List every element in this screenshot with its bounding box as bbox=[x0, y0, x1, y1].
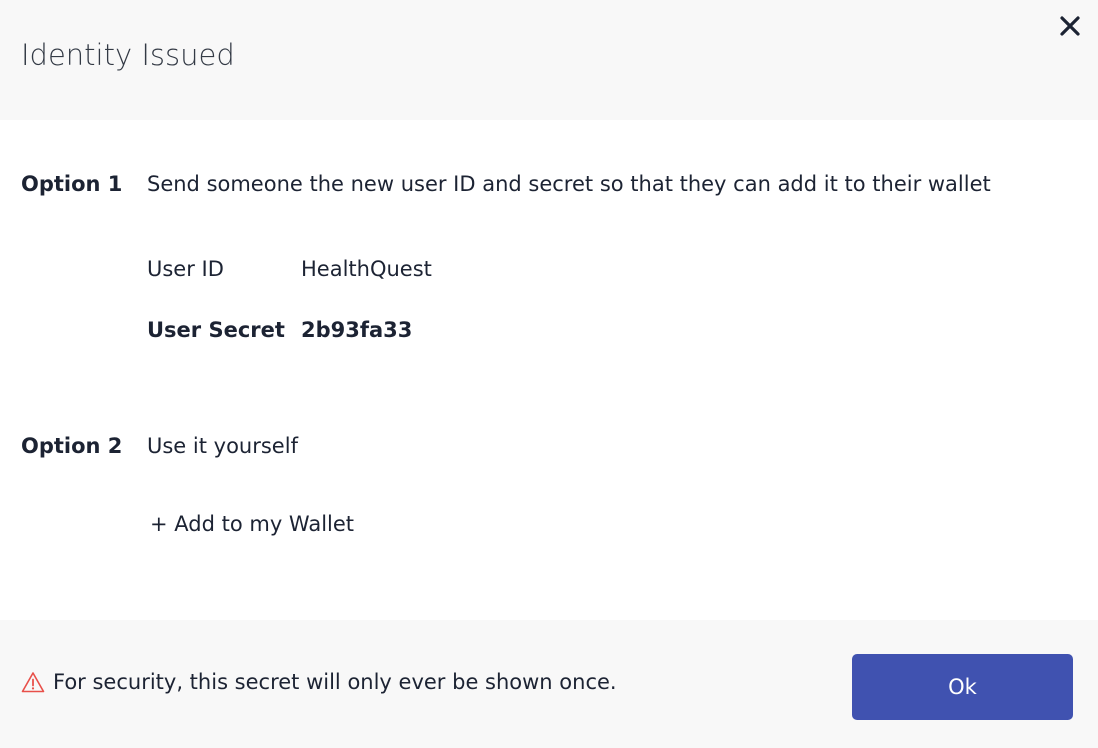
dialog-body: Option 1 Send someone the new user ID an… bbox=[0, 120, 1098, 620]
dialog-title: Identity Issued bbox=[21, 38, 235, 72]
close-button[interactable] bbox=[1054, 10, 1086, 42]
dialog-footer: For security, this secret will only ever… bbox=[0, 620, 1098, 748]
user-secret-value: 2b93fa33 bbox=[301, 318, 413, 342]
option1-label: Option 1 bbox=[21, 172, 123, 196]
add-to-wallet-label: + Add to my Wallet bbox=[150, 512, 355, 536]
user-secret-label: User Secret bbox=[147, 318, 285, 342]
security-notice: For security, this secret will only ever… bbox=[21, 670, 617, 694]
security-notice-text: For security, this secret will only ever… bbox=[53, 670, 617, 694]
identity-issued-dialog: Identity Issued Option 1 Send someone th… bbox=[0, 0, 1098, 748]
close-icon bbox=[1060, 16, 1080, 36]
warning-icon bbox=[21, 672, 45, 693]
option1-description: Send someone the new user ID and secret … bbox=[147, 172, 991, 196]
option2-description: Use it yourself bbox=[147, 434, 298, 458]
ok-button[interactable]: Ok bbox=[852, 654, 1073, 720]
dialog-header: Identity Issued bbox=[0, 0, 1098, 120]
option2-label: Option 2 bbox=[21, 434, 123, 458]
add-to-wallet-link[interactable]: + Add to my Wallet bbox=[150, 512, 354, 536]
user-id-label: User ID bbox=[147, 257, 224, 281]
user-id-value: HealthQuest bbox=[301, 257, 432, 281]
